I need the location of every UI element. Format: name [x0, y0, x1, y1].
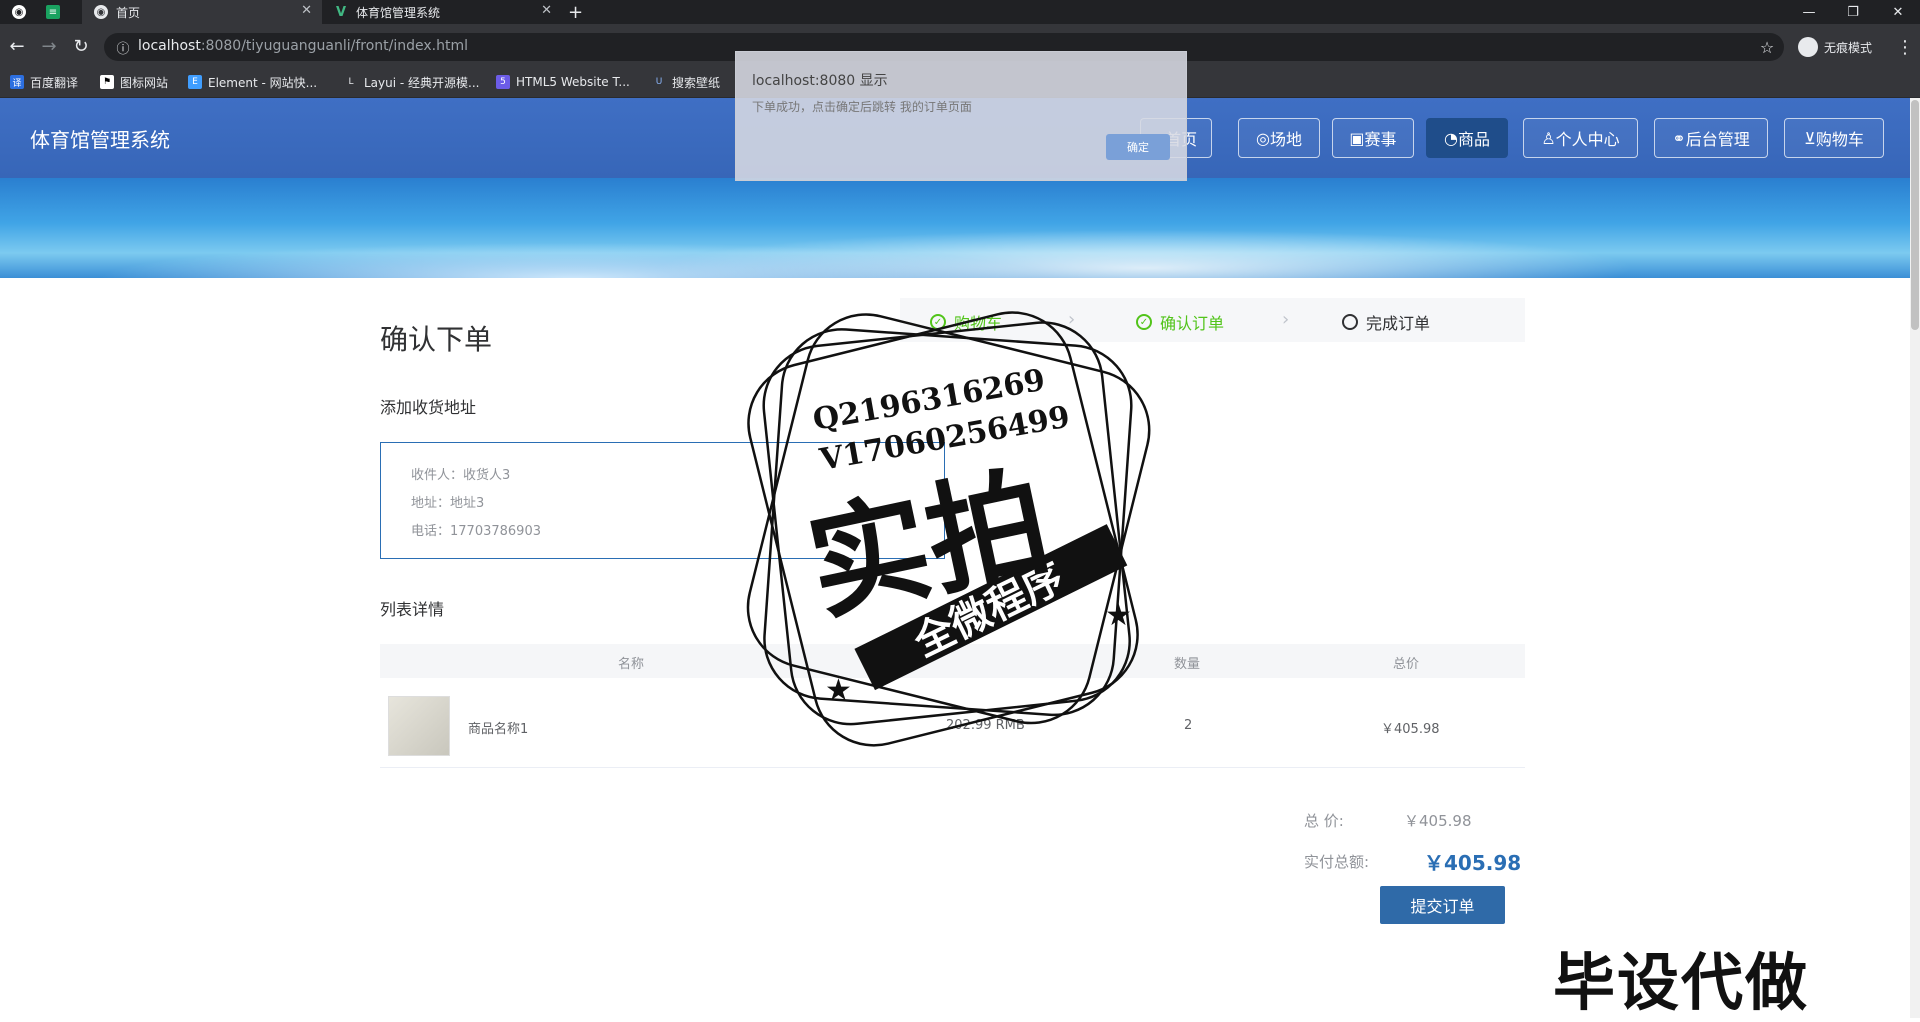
bookmark-item[interactable]: L Layui - 经典开源模...: [344, 72, 479, 92]
venue-icon: ◎: [1256, 128, 1270, 148]
star-icon[interactable]: ☆: [1756, 36, 1778, 58]
bookmark-item[interactable]: 译百度翻译: [10, 72, 78, 92]
forward-icon[interactable]: →: [38, 35, 60, 57]
star-icon: ★: [825, 673, 852, 708]
minimize-icon[interactable]: —: [1787, 0, 1831, 24]
tab-search-icon[interactable]: ◉: [0, 0, 34, 24]
site-title: 体育馆管理系统: [30, 128, 170, 152]
bookmark-item[interactable]: U 搜索壁纸: [652, 72, 720, 92]
submit-order-button[interactable]: 提交订单: [1380, 886, 1505, 924]
column-name: 名称: [618, 657, 645, 672]
tab-label: 体育馆管理系统: [356, 5, 441, 20]
restore-icon[interactable]: ❐: [1831, 0, 1875, 24]
new-tab-button[interactable]: +: [568, 0, 598, 24]
product-image: [388, 696, 450, 756]
nav-goods[interactable]: ◔ 商品: [1426, 118, 1508, 158]
list-section-title: 列表详情: [380, 600, 445, 619]
nav-venue[interactable]: ◎ 场地: [1238, 118, 1320, 158]
close-window-icon[interactable]: ✕: [1876, 0, 1920, 24]
html5-icon: 5: [496, 75, 510, 89]
reload-icon[interactable]: ↻: [70, 35, 92, 57]
tab-app[interactable]: ≡: [34, 0, 82, 24]
address-section-title: 添加收货地址: [380, 398, 477, 417]
star-icon: ★: [1105, 598, 1132, 633]
circle-icon: [1342, 314, 1358, 330]
bookmark-item[interactable]: ⚑ 图标网站: [100, 72, 168, 92]
total-label: 总 价:: [1304, 812, 1344, 830]
event-icon: ▣: [1349, 128, 1365, 148]
goods-icon: ◔: [1444, 128, 1458, 148]
link-icon: ⚭: [1672, 128, 1686, 148]
stamp-watermark: 全微程序 ★ ★ Q2196316269 V17060256499 实拍: [746, 311, 1151, 747]
hero-banner: [0, 178, 1910, 278]
close-tab-icon[interactable]: ✕: [541, 3, 552, 18]
app-icon: ≡: [46, 5, 60, 19]
back-icon[interactable]: ←: [6, 35, 28, 57]
bookmark-item[interactable]: E Element - 网站快...: [188, 72, 317, 92]
vue-icon: V: [335, 4, 347, 20]
address-phone: 电话：17703786903: [411, 524, 541, 539]
page-title: 确认下单: [380, 323, 493, 356]
wallpaper-icon: U: [652, 75, 666, 89]
chevron-right-icon: ›: [1282, 309, 1290, 330]
pay-label: 实付总额:: [1304, 853, 1370, 871]
nav-cart[interactable]: ⊻ 购物车: [1784, 118, 1884, 158]
element-icon: E: [188, 75, 202, 89]
column-total: 总价: [1393, 657, 1420, 672]
alert-message: 下单成功，点击确定后跳转 我的订单页面: [752, 100, 972, 114]
corner-watermark: 毕设代做: [1553, 946, 1810, 1019]
product-total: ￥405.98: [1381, 722, 1440, 737]
tab-label: 首页: [116, 5, 141, 20]
tab-system[interactable]: V 体育馆管理系统 ✕: [322, 0, 562, 24]
flag-icon: ⚑: [100, 75, 114, 89]
product-name: 商品名称1: [468, 722, 529, 737]
nav-admin[interactable]: ⚭ 后台管理: [1654, 118, 1768, 158]
incognito-icon: [1798, 37, 1818, 57]
address-location: 地址：地址3: [411, 496, 485, 511]
cart-icon: ⊻: [1804, 128, 1816, 148]
globe-icon: ◉: [94, 5, 108, 19]
total-value: ￥405.98: [1404, 812, 1472, 830]
info-icon[interactable]: ⓘ: [112, 36, 134, 58]
tab-home[interactable]: ◉ 首页 ✕: [82, 0, 322, 24]
layui-icon: L: [344, 75, 358, 89]
bookmark-item[interactable]: 5 HTML5 Website T...: [496, 72, 630, 92]
scrollbar-thumb[interactable]: [1911, 100, 1919, 330]
user-icon: ♙: [1541, 128, 1556, 148]
pay-value: ￥405.98: [1424, 851, 1522, 875]
alert-title: localhost:8080 显示: [752, 73, 888, 89]
step-complete: 完成订单: [1342, 310, 1430, 334]
address-recipient: 收件人：收货人3: [411, 468, 511, 483]
globe-icon: ◉: [12, 5, 26, 19]
menu-icon[interactable]: ⋮: [1894, 36, 1916, 58]
close-tab-icon[interactable]: ✕: [301, 3, 312, 18]
nav-profile[interactable]: ♙ 个人中心: [1523, 118, 1638, 158]
mouse-cursor: [1351, 887, 1375, 913]
url-text: localhost:8080/tiyuguanguanli/front/inde…: [138, 38, 469, 54]
incognito-label: 无痕模式: [1824, 41, 1873, 55]
nav-event[interactable]: ▣ 赛事: [1332, 118, 1414, 158]
alert-ok-button[interactable]: 确定: [1106, 134, 1170, 160]
translate-icon: 译: [10, 75, 24, 89]
